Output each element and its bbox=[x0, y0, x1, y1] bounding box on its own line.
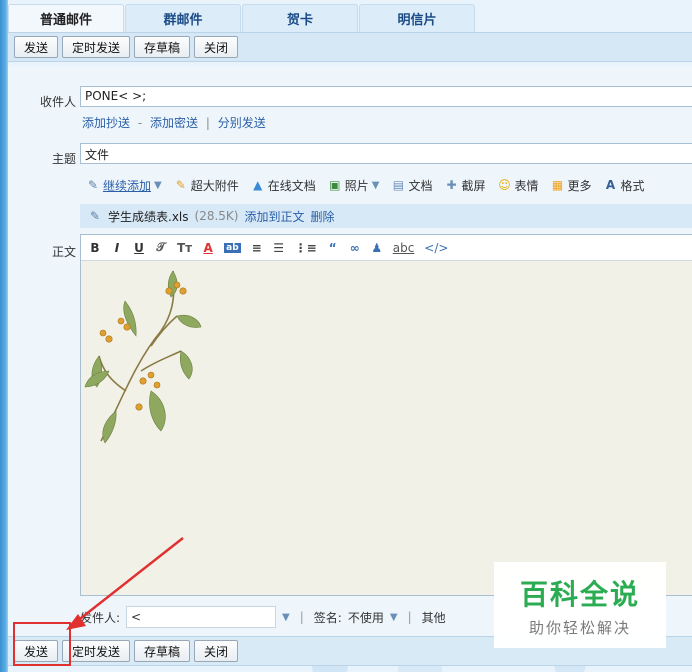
body-label: 正文 bbox=[51, 245, 76, 259]
italic-button[interactable]: I bbox=[111, 241, 123, 255]
indent-button[interactable]: ⋮≡ bbox=[295, 241, 317, 255]
paperclip-icon: ✎ bbox=[89, 209, 101, 223]
sender-label: 发件人: bbox=[80, 610, 121, 625]
scheduled-send-button-top[interactable]: 定时发送 bbox=[62, 36, 131, 58]
attachment-toolbar: ✎ 继续添加 ▼ ✎ 超大附件 ▲ 在线文档 ▣ 照片 ▼ ▤ 文档 ✚ 截屏 … bbox=[80, 172, 692, 198]
tab-postcard[interactable]: 明信片 bbox=[359, 4, 475, 32]
highlight-button[interactable]: ab bbox=[224, 242, 241, 253]
large-attachment-label: 超大附件 bbox=[190, 178, 239, 193]
photo-button[interactable]: ▣ 照片 ▼ bbox=[328, 177, 380, 194]
delete-attachment-link[interactable]: 删除 bbox=[310, 208, 334, 225]
tab-greeting-card[interactable]: 贺卡 bbox=[242, 4, 358, 32]
tab-normal-mail[interactable]: 普通邮件 bbox=[8, 4, 124, 32]
watermark-title: 百科全说 bbox=[519, 577, 640, 611]
to-label: 收件人 bbox=[39, 95, 76, 109]
editor-content[interactable] bbox=[81, 261, 692, 595]
add-bcc-link[interactable]: 添加密送 bbox=[150, 116, 198, 130]
photo-icon: ▣ bbox=[329, 178, 341, 192]
photo-label: 照片 bbox=[344, 178, 369, 193]
send-highlight-box bbox=[13, 622, 71, 666]
top-toolbar: 发送 定时发送 存草稿 关闭 bbox=[8, 32, 692, 62]
close-button-bottom[interactable]: 关闭 bbox=[194, 640, 239, 662]
compose-form: 收件人 PONE< >; 添加抄送 - 添加密送 | 分别发送 主题 文件 ✎ … bbox=[8, 66, 692, 636]
emoji-button[interactable]: ☺ 表情 bbox=[498, 177, 539, 194]
screenshot-icon: ✚ bbox=[446, 178, 457, 192]
more-button[interactable]: ▦ 更多 bbox=[551, 177, 592, 194]
document-button[interactable]: ▤ 文档 bbox=[391, 177, 433, 194]
link-button[interactable]: ∞ bbox=[349, 241, 361, 255]
send-button-top[interactable]: 发送 bbox=[14, 36, 59, 58]
subject-label: 主题 bbox=[51, 152, 76, 166]
save-draft-button-top[interactable]: 存草稿 bbox=[134, 36, 191, 58]
format-label: 格式 bbox=[620, 178, 645, 193]
list-button[interactable]: ☰ bbox=[273, 241, 285, 255]
recipient-options: 添加抄送 - 添加密送 | 分别发送 bbox=[82, 114, 266, 131]
sender-select[interactable]: < bbox=[126, 606, 277, 628]
online-doc-button[interactable]: ▲ 在线文档 bbox=[251, 177, 316, 194]
format-icon: A bbox=[605, 178, 616, 192]
more-icon: ▦ bbox=[551, 178, 564, 192]
screenshot-button[interactable]: ✚ 截屏 bbox=[444, 177, 485, 194]
large-attachment-button[interactable]: ✎ 超大附件 bbox=[174, 177, 239, 194]
compose-tabs: 普通邮件 群邮件 贺卡 明信片 bbox=[8, 4, 476, 32]
attachment-item: ✎ 学生成绩表.xls (28.5K) 添加到正文 删除 bbox=[80, 204, 692, 228]
paperclip-icon: ✎ bbox=[87, 178, 99, 192]
separator: - bbox=[137, 116, 143, 130]
letter-paper-plant-illustration bbox=[84, 270, 202, 444]
quote-button[interactable]: “ bbox=[327, 241, 339, 255]
underline-button[interactable]: U bbox=[133, 241, 145, 255]
watermark-logo: 百科全说 助你轻松解决 bbox=[494, 562, 666, 648]
save-draft-button-bottom[interactable]: 存草稿 bbox=[134, 640, 191, 662]
source-code-button[interactable]: </> bbox=[424, 241, 448, 255]
align-button[interactable]: ≡ bbox=[251, 241, 263, 255]
more-label: 更多 bbox=[567, 178, 592, 193]
tab-group-mail[interactable]: 群邮件 bbox=[125, 4, 241, 32]
attachment-size: (28.5K) bbox=[194, 209, 239, 223]
font-color-button[interactable]: A bbox=[202, 241, 214, 255]
document-icon: ▤ bbox=[392, 178, 405, 192]
to-field[interactable]: PONE< >; bbox=[80, 86, 692, 107]
add-cc-link[interactable]: 添加抄送 bbox=[82, 116, 130, 130]
large-attachment-icon: ✎ bbox=[175, 178, 186, 192]
document-label: 文档 bbox=[408, 178, 433, 193]
format-button[interactable]: A 格式 bbox=[604, 177, 645, 194]
continue-add-label: 继续添加 bbox=[103, 178, 152, 193]
separate-send-link[interactable]: 分别发送 bbox=[218, 116, 266, 130]
online-doc-icon: ▲ bbox=[253, 178, 263, 192]
chevron-down-icon[interactable]: ▼ bbox=[282, 612, 290, 623]
continue-add-button[interactable]: ✎ 继续添加 ▼ bbox=[86, 177, 162, 194]
emoji-label: 表情 bbox=[514, 178, 539, 193]
online-doc-label: 在线文档 bbox=[267, 178, 316, 193]
separator: | bbox=[299, 610, 304, 624]
signature-select[interactable]: 不使用 bbox=[348, 609, 384, 626]
add-to-body-link[interactable]: 添加到正文 bbox=[244, 208, 304, 225]
watermark-subtitle: 助你轻松解决 bbox=[528, 618, 631, 637]
separator: | bbox=[205, 116, 210, 130]
screenshot-label: 截屏 bbox=[461, 178, 486, 193]
bold-button[interactable]: B bbox=[89, 241, 101, 255]
spellcheck-button[interactable]: abc bbox=[393, 241, 415, 255]
chevron-down-icon[interactable]: ▼ bbox=[390, 612, 398, 623]
editor-toolbar: B I U 𝒯 Tт A ab ≡ ☰ ⋮≡ “ ∞ ♟ abc </> bbox=[81, 235, 692, 261]
chevron-down-icon[interactable]: ▼ bbox=[154, 180, 162, 191]
attachment-name: 学生成绩表.xls bbox=[108, 209, 189, 224]
font-size-button[interactable]: Tт bbox=[177, 241, 192, 255]
scheduled-send-button-bottom[interactable]: 定时发送 bbox=[62, 640, 131, 662]
signature-label: 签名: bbox=[313, 610, 342, 625]
body-editor[interactable]: B I U 𝒯 Tт A ab ≡ ☰ ⋮≡ “ ∞ ♟ abc </> bbox=[80, 234, 692, 596]
font-button[interactable]: 𝒯 bbox=[155, 240, 167, 255]
clear-format-button[interactable]: ♟ bbox=[371, 241, 383, 255]
emoji-icon: ☺ bbox=[498, 178, 511, 192]
chevron-down-icon[interactable]: ▼ bbox=[372, 180, 380, 191]
close-button-top[interactable]: 关闭 bbox=[194, 36, 239, 58]
subject-field[interactable]: 文件 bbox=[80, 143, 692, 164]
other-options-label[interactable]: 其他 bbox=[422, 609, 446, 626]
separator: | bbox=[407, 610, 412, 624]
